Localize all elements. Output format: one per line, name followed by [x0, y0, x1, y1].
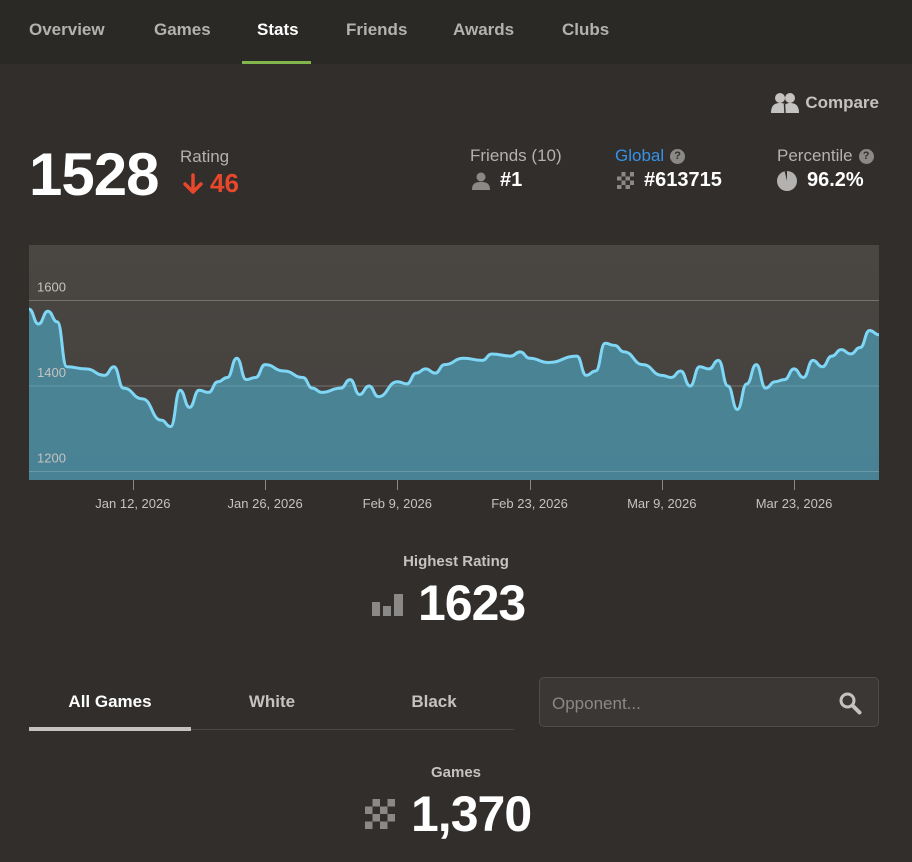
tab-stats[interactable]: Stats: [257, 20, 299, 40]
x-tick-label: Feb 23, 2026: [491, 496, 568, 511]
tab-black[interactable]: Black: [353, 692, 515, 712]
tab-awards[interactable]: Awards: [453, 20, 514, 40]
rating-chart-svg: 1200 1400 1600: [28, 280, 880, 480]
friends-rank: #1: [472, 169, 522, 192]
y-tick-label: 1200: [37, 450, 66, 465]
help-icon[interactable]: ?: [858, 148, 874, 164]
y-tick-label: 1600: [37, 280, 66, 295]
filter-active-indicator: [29, 727, 191, 731]
x-tick: [265, 480, 267, 490]
search-icon[interactable]: [838, 691, 862, 715]
tab-clubs[interactable]: Clubs: [562, 20, 609, 40]
rating-change-value: 46: [210, 168, 239, 198]
tab-friends[interactable]: Friends: [346, 20, 407, 40]
x-tick-label: Mar 23, 2026: [755, 496, 833, 511]
help-icon[interactable]: ?: [670, 148, 686, 164]
rating-change: 46: [182, 168, 239, 199]
profile-nav: Overview Games Stats Friends Awards Club…: [0, 0, 912, 64]
compare-label: Compare: [805, 93, 879, 112]
y-tick-label: 1400: [37, 365, 66, 380]
compare-button[interactable]: Compare: [771, 92, 879, 114]
bar-chart-icon: [372, 594, 403, 616]
x-tick: [397, 480, 399, 490]
tab-white[interactable]: White: [191, 692, 353, 712]
percentile-value: 96.2%: [777, 169, 864, 192]
games-count: 1,370: [365, 785, 532, 843]
games-count-value: 1,370: [411, 786, 532, 842]
person-icon: [472, 172, 490, 190]
x-tick-label: Jan 12, 2026: [95, 496, 171, 511]
arrow-down-icon: [183, 172, 203, 194]
current-rating: 1528: [29, 141, 159, 208]
x-tick: [529, 480, 531, 490]
pie-icon: [777, 170, 797, 191]
highest-rating-label: Highest Rating: [403, 553, 509, 570]
rating-chart: 1200 1400 1600: [28, 245, 880, 480]
active-tab-indicator: [242, 61, 311, 64]
chessboard-icon: [365, 799, 395, 829]
people-icon: [771, 93, 800, 114]
global-stat-label[interactable]: Global ?: [615, 146, 686, 166]
opponent-input[interactable]: [550, 690, 824, 718]
tab-overview[interactable]: Overview: [29, 20, 105, 40]
games-label: Games: [430, 764, 482, 781]
x-tick: [794, 480, 795, 490]
x-tick-label: Mar 9, 2026: [627, 496, 697, 511]
friends-stat-label: Friends (10): [470, 146, 562, 165]
x-tick: [661, 480, 663, 490]
rating-label: Rating: [180, 147, 230, 166]
global-rank: #613715: [617, 169, 722, 192]
tab-all-games[interactable]: All Games: [29, 692, 191, 712]
x-tick-label: Jan 26, 2026: [227, 496, 303, 511]
opponent-search: [539, 677, 879, 727]
x-tick: [132, 480, 134, 490]
chessboard-icon: [617, 172, 634, 189]
highest-rating: 1623: [372, 574, 526, 632]
rating-area: [29, 309, 879, 480]
x-tick-label: Feb 9, 2026: [362, 496, 433, 511]
percentile-stat-label: Percentile ?: [777, 146, 874, 166]
tab-games[interactable]: Games: [154, 20, 211, 40]
highest-rating-value: 1623: [418, 575, 526, 631]
